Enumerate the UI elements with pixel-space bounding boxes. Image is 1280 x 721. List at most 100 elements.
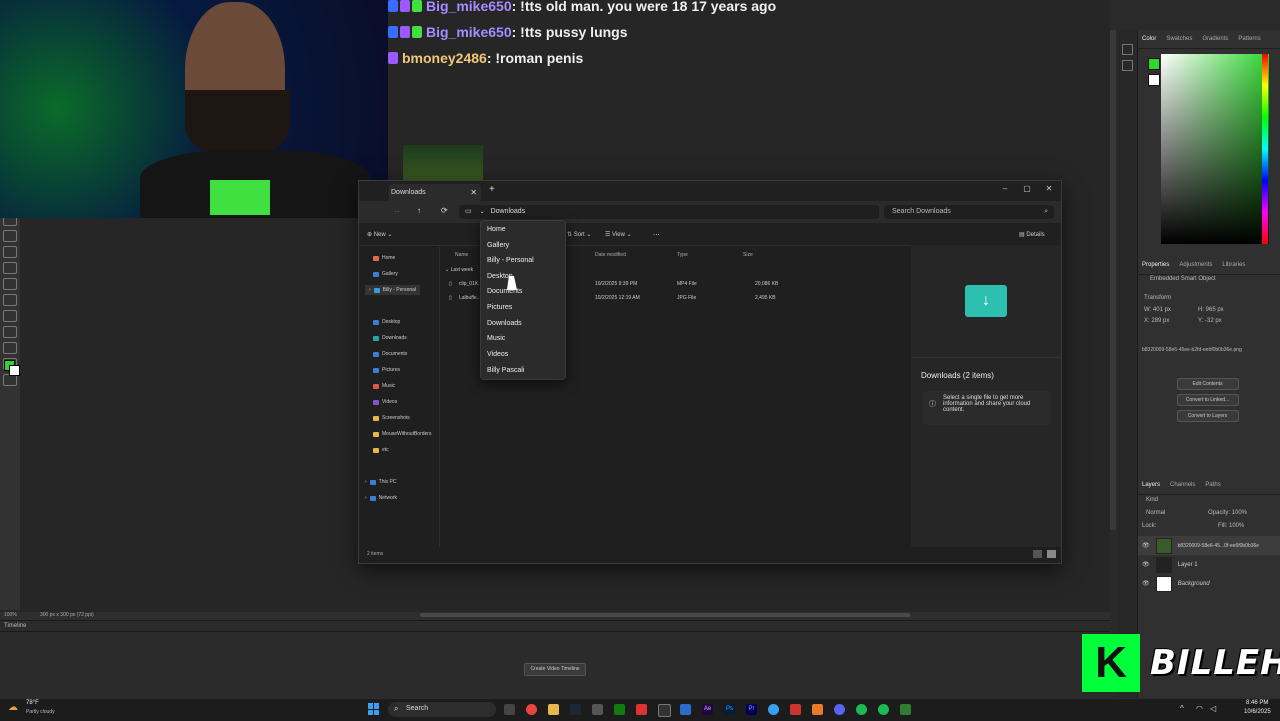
column-header-date[interactable]: Date modified: [595, 252, 626, 258]
visibility-eye-icon[interactable]: 👁: [1142, 542, 1150, 549]
address-bar[interactable]: ▭ ⌄ Downloads: [459, 205, 879, 219]
group-header[interactable]: ⌄ Last week: [445, 267, 473, 273]
details-view-icon[interactable]: [1033, 550, 1042, 558]
chevron-right-icon[interactable]: ›: [369, 287, 371, 293]
transform-x[interactable]: X: 289 px: [1144, 318, 1169, 324]
file-explorer-icon[interactable]: [548, 704, 559, 715]
layers-kind-filter[interactable]: Kind: [1146, 497, 1158, 503]
app-icon[interactable]: [658, 704, 671, 717]
column-header-size[interactable]: Size: [743, 252, 753, 258]
brush-tool-icon[interactable]: [3, 262, 17, 274]
details-button[interactable]: ▤ Details: [1019, 231, 1045, 238]
app-icon[interactable]: [592, 704, 603, 715]
canvas-vertical-scrollbar[interactable]: [1110, 30, 1116, 530]
app-icon[interactable]: [790, 704, 801, 715]
clock-date[interactable]: 10/6/2025: [1244, 709, 1271, 715]
create-video-timeline-button[interactable]: Create Video Timeline: [524, 663, 586, 676]
layer-row[interactable]: 👁 b8320009-58e6-45...0f-ee6f0b0b36e: [1138, 536, 1280, 555]
app-icon[interactable]: [900, 704, 911, 715]
blend-mode-select[interactable]: Normal: [1146, 510, 1165, 516]
weather-icon[interactable]: ☁: [8, 702, 18, 713]
sidebar-item-etc[interactable]: etc: [373, 447, 389, 453]
layer-row[interactable]: 👁 Layer 1: [1138, 555, 1280, 574]
discord-icon[interactable]: [834, 704, 845, 715]
history-icon[interactable]: [1122, 44, 1133, 55]
chevron-down-icon[interactable]: ⌄: [480, 209, 485, 215]
fill-field[interactable]: Fill: 100%: [1218, 523, 1244, 529]
tab-gradients[interactable]: Gradients: [1202, 36, 1228, 42]
bg-color-chip[interactable]: [1148, 74, 1160, 86]
hue-slider[interactable]: [1262, 54, 1268, 244]
tab-swatches[interactable]: Swatches: [1166, 36, 1192, 42]
search-box[interactable]: Search Downloads ⌕: [884, 205, 1054, 219]
column-header-name[interactable]: Name: [455, 252, 468, 258]
color-picker-field[interactable]: [1161, 54, 1269, 244]
chevron-right-icon[interactable]: ›: [365, 495, 367, 501]
visibility-eye-icon[interactable]: 👁: [1142, 580, 1150, 587]
close-window-icon[interactable]: ✕: [1039, 183, 1059, 195]
transform-height[interactable]: H: 965 px: [1198, 307, 1224, 313]
app-icon[interactable]: [636, 704, 647, 715]
convert-to-linked-button[interactable]: Convert to Linked...: [1176, 394, 1239, 406]
background-color-swatch[interactable]: [9, 365, 20, 376]
menu-item-downloads[interactable]: Downloads: [487, 320, 522, 327]
windows-start-icon[interactable]: [368, 703, 380, 715]
chevron-right-icon[interactable]: ›: [365, 479, 367, 485]
clone-tool-icon[interactable]: [3, 278, 17, 290]
volume-icon[interactable]: ◁: [1210, 704, 1216, 713]
weather-desc[interactable]: Partly cloudy: [26, 709, 55, 715]
pen-tool-icon[interactable]: [3, 326, 17, 338]
menu-item-home[interactable]: Home: [487, 226, 506, 233]
fg-color-chip[interactable]: [1148, 58, 1160, 70]
tab-libraries[interactable]: Libraries: [1222, 262, 1245, 268]
close-tab-icon[interactable]: ✕: [470, 184, 477, 201]
taskbar-search-box[interactable]: ⌕ Search: [388, 702, 496, 717]
sidebar-item-mousewithoutborders[interactable]: MouseWithoutBorders: [373, 431, 431, 437]
tab-layers[interactable]: Layers: [1142, 482, 1160, 488]
edit-contents-button[interactable]: Edit Contents: [1176, 378, 1239, 390]
app-icon[interactable]: [812, 704, 823, 715]
menu-item-videos[interactable]: Videos: [487, 351, 508, 358]
transform-width[interactable]: W: 401 px: [1144, 307, 1171, 313]
opacity-field[interactable]: Opacity: 100%: [1208, 510, 1247, 516]
sidebar-item-this-pc[interactable]: › This PC: [365, 479, 396, 485]
menu-item-music[interactable]: Music: [487, 335, 505, 342]
tiles-view-icon[interactable]: [1047, 550, 1056, 558]
tab-patterns[interactable]: Patterns: [1238, 36, 1260, 42]
app-icon[interactable]: [768, 704, 779, 715]
tab-channels[interactable]: Channels: [1170, 482, 1195, 488]
tray-chevron-icon[interactable]: ^: [1180, 704, 1184, 713]
convert-to-layers-button[interactable]: Convert to Layers: [1176, 410, 1239, 422]
app-icon[interactable]: [878, 704, 889, 715]
sidebar-item-videos[interactable]: Videos: [373, 399, 397, 405]
premiere-icon[interactable]: Pr: [746, 704, 757, 715]
sidebar-item-screenshots[interactable]: Screenshots: [373, 415, 410, 421]
visibility-eye-icon[interactable]: 👁: [1142, 561, 1150, 568]
sort-button[interactable]: ⇅ Sort ⌄: [567, 231, 591, 238]
minimize-icon[interactable]: –: [995, 183, 1015, 195]
sidebar-item-music[interactable]: Music: [373, 383, 395, 389]
menu-item-billy-personal[interactable]: Billy - Personal: [487, 257, 534, 264]
menu-item-billy-pascali[interactable]: Billy Pascali: [487, 367, 524, 374]
timeline-label[interactable]: Timeline: [4, 623, 26, 629]
app-icon[interactable]: [680, 704, 691, 715]
clock-time[interactable]: 8:46 PM: [1246, 700, 1268, 706]
type-tool-icon[interactable]: [3, 310, 17, 322]
sidebar-item-network[interactable]: › Network: [365, 495, 397, 501]
brush-settings-icon[interactable]: [1122, 60, 1133, 71]
sidebar-item-home[interactable]: Home: [373, 255, 395, 261]
xbox-icon[interactable]: [614, 704, 625, 715]
eraser-tool-icon[interactable]: [3, 294, 17, 306]
view-button[interactable]: ☰ View ⌄: [605, 231, 632, 238]
photoshop-icon[interactable]: Ps: [724, 704, 735, 715]
sidebar-item-desktop[interactable]: Desktop: [373, 319, 400, 325]
steam-icon[interactable]: [570, 704, 581, 715]
transform-y[interactable]: Y: -32 px: [1198, 318, 1222, 324]
see-more-button[interactable]: ...: [653, 228, 660, 237]
tab-properties[interactable]: Properties: [1142, 262, 1169, 268]
canvas-horizontal-scrollbar[interactable]: [420, 613, 910, 617]
new-button[interactable]: ⊕ New ⌄: [367, 231, 392, 238]
chrome-icon[interactable]: [526, 704, 537, 715]
sidebar-item-gallery[interactable]: Gallery: [373, 271, 398, 277]
task-view-icon[interactable]: [504, 704, 515, 715]
